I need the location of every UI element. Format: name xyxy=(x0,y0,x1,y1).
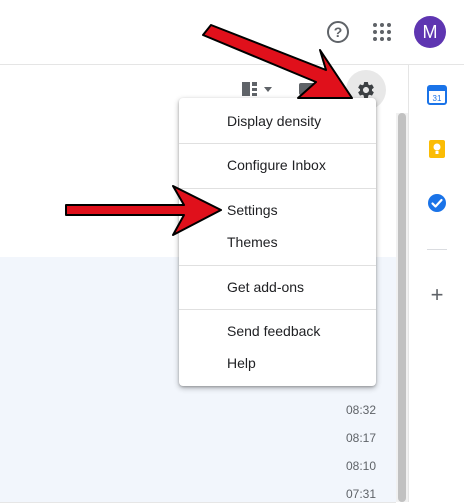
menu-separator xyxy=(179,265,376,266)
menu-item-label: Send feedback xyxy=(227,323,321,339)
table-row[interactable]: 08:32 xyxy=(0,397,396,426)
menu-item-help[interactable]: Help xyxy=(179,348,376,378)
menu-item-get-addons[interactable]: Get add-ons xyxy=(179,272,376,302)
split-pane-icon xyxy=(242,82,272,96)
menu-separator xyxy=(179,309,376,310)
get-addons-button[interactable]: + xyxy=(427,282,447,307)
settings-menu: Display density Configure Inbox Settings… xyxy=(179,98,376,386)
input-tools-button[interactable] xyxy=(296,79,322,99)
tasks-icon xyxy=(428,194,446,212)
menu-item-configure-inbox[interactable]: Configure Inbox xyxy=(179,150,376,180)
account-avatar[interactable]: M xyxy=(414,16,446,48)
svg-text:31: 31 xyxy=(433,94,442,103)
table-row[interactable]: 08:10 xyxy=(0,453,396,482)
help-circle-icon: ? xyxy=(327,21,349,43)
plus-icon: + xyxy=(430,282,444,307)
mail-time: 08:32 xyxy=(345,403,376,417)
menu-separator xyxy=(179,143,376,144)
table-row[interactable]: 08:17 xyxy=(0,425,396,454)
scrollbar-thumb[interactable] xyxy=(398,113,406,502)
menu-item-themes[interactable]: Themes xyxy=(179,227,376,257)
calendar-icon: 31 xyxy=(427,85,447,105)
calendar-button[interactable]: 31 xyxy=(427,85,447,105)
side-panel-divider xyxy=(427,249,447,250)
apps-button[interactable] xyxy=(370,20,394,44)
apps-grid-icon xyxy=(373,23,391,41)
menu-item-settings[interactable]: Settings xyxy=(179,195,376,225)
svg-text:?: ? xyxy=(334,24,343,40)
menu-item-label: Display density xyxy=(227,113,322,129)
gear-icon xyxy=(358,82,374,98)
menu-item-send-feedback[interactable]: Send feedback xyxy=(179,316,376,346)
menu-item-label: Settings xyxy=(227,202,278,218)
keep-button[interactable] xyxy=(427,139,447,159)
menu-item-display-density[interactable]: Display density xyxy=(179,106,376,136)
help-button[interactable]: ? xyxy=(324,18,352,46)
split-pane-toggle[interactable] xyxy=(240,79,278,99)
menu-item-label: Configure Inbox xyxy=(227,157,326,173)
menu-item-label: Help xyxy=(227,355,256,371)
menu-separator xyxy=(179,188,376,189)
menu-item-label: Themes xyxy=(227,234,278,250)
top-header: ? M xyxy=(0,0,464,65)
mail-time: 07:31 xyxy=(345,487,376,501)
mail-scrollbar[interactable] xyxy=(396,113,408,502)
table-row[interactable]: 07:31 xyxy=(0,481,396,503)
side-panel: 31 + xyxy=(408,65,464,502)
keep-icon xyxy=(429,140,445,158)
tasks-button[interactable] xyxy=(427,193,447,213)
menu-item-label: Get add-ons xyxy=(227,279,305,295)
keyboard-icon xyxy=(299,83,317,95)
mail-time: 08:17 xyxy=(345,431,376,445)
mail-time: 08:10 xyxy=(345,459,376,473)
